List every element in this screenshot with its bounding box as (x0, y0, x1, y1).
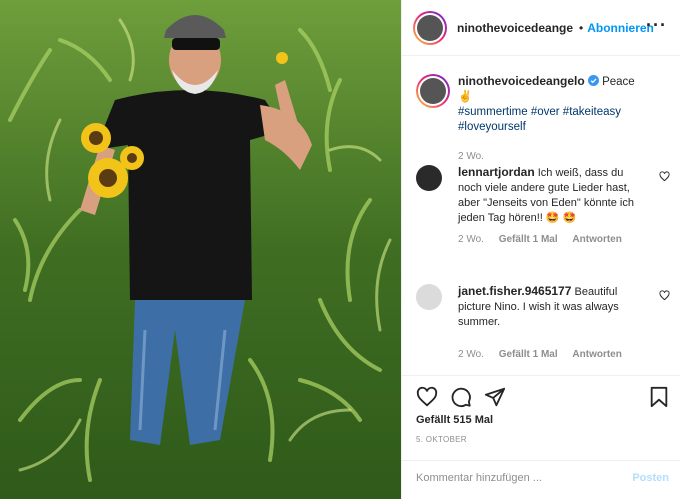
comment-time[interactable]: 2 Wo. (458, 349, 484, 360)
follow-button[interactable]: Abonnieren (587, 21, 654, 35)
comment-likes[interactable]: Gefällt 1 Mal (499, 349, 558, 360)
commenter-avatar[interactable] (416, 284, 442, 310)
comment-time[interactable]: 2 Wo. (458, 234, 484, 245)
post-sidebar: ninothevoicedeange • Abonnieren ··· nino… (401, 0, 680, 499)
comment-item: lennartjordan Ich weiß, dass du noch vie… (416, 165, 670, 245)
add-comment-bar: Kommentar hinzufügen ... Posten (402, 460, 680, 499)
like-heart-icon[interactable] (416, 386, 438, 408)
post-actions: Gefällt 515 Mal 5. OKTOBER (402, 375, 680, 460)
caption-hashtags[interactable]: #summertime #over #takeiteasy #loveyours… (458, 105, 638, 135)
comment-likes[interactable]: Gefällt 1 Mal (499, 234, 558, 245)
comment-username[interactable]: lennartjordan (458, 165, 535, 179)
comment-meta: 2 Wo. Gefällt 1 Mal Antworten (458, 234, 666, 245)
commenter-avatar[interactable] (416, 165, 442, 191)
comment-bubble-icon[interactable] (450, 386, 472, 408)
photo-illustration (0, 0, 401, 499)
reply-button[interactable]: Antworten (572, 349, 621, 360)
post-date[interactable]: 5. OKTOBER (416, 435, 467, 444)
caption-time[interactable]: 2 Wo. (458, 151, 484, 162)
caption-username[interactable]: ninothevoicedeangelo (458, 74, 585, 88)
share-paper-plane-icon[interactable] (484, 386, 506, 408)
instagram-post: ninothevoicedeange • Abonnieren ··· nino… (0, 0, 680, 499)
comment-meta: 2 Wo. Gefällt 1 Mal Antworten (458, 349, 666, 360)
verified-badge-icon (587, 75, 599, 86)
caption: ninothevoicedeangelo Peace ✌ #summertime… (416, 74, 666, 162)
comment-username[interactable]: janet.fisher.9465177 (458, 284, 571, 298)
author-avatar[interactable] (413, 10, 447, 45)
caption-avatar[interactable] (416, 74, 450, 108)
bookmark-icon[interactable] (649, 386, 669, 408)
heart-icon[interactable] (659, 290, 670, 301)
more-dots-icon[interactable]: ··· (646, 16, 667, 34)
comment-item: janet.fisher.9465177 Beautiful picture N… (416, 284, 670, 360)
likes-count[interactable]: Gefällt 515 Mal (416, 414, 493, 426)
reply-button[interactable]: Antworten (572, 234, 621, 245)
post-header: ninothevoicedeange • Abonnieren ··· (402, 0, 680, 56)
author-username[interactable]: ninothevoicedeange (457, 21, 577, 35)
post-comment-button[interactable]: Posten (632, 472, 669, 484)
separator-dot: • (579, 20, 584, 35)
post-photo[interactable] (0, 0, 401, 499)
comments-list: ninothevoicedeangelo Peace ✌ #summertime… (402, 57, 680, 375)
heart-icon[interactable] (659, 171, 670, 182)
caption-meta: 2 Wo. (458, 151, 666, 162)
comment-input[interactable]: Kommentar hinzufügen ... (416, 472, 542, 484)
